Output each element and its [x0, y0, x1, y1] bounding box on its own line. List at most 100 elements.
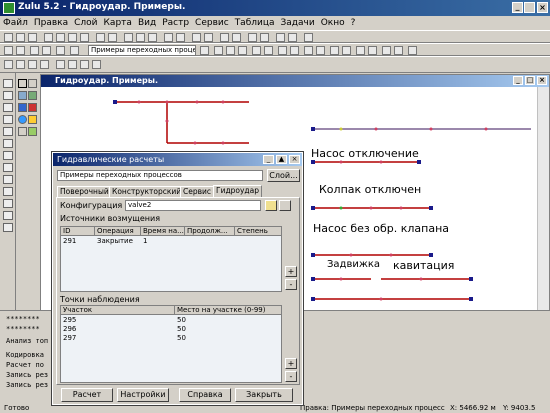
node-icon[interactable]	[252, 46, 261, 55]
sources-col-id[interactable]: ID	[61, 227, 95, 236]
sources-col-operation[interactable]: Операция	[95, 227, 141, 236]
calc-icon[interactable]	[260, 33, 269, 42]
zoom-in-icon[interactable]	[124, 33, 133, 42]
nav-cancel-icon[interactable]	[92, 60, 101, 69]
style-icon[interactable]	[342, 46, 351, 55]
hand-tool-icon[interactable]	[3, 163, 13, 172]
open-icon[interactable]	[16, 33, 25, 42]
points-col-section[interactable]: Участок	[61, 306, 175, 315]
valve-symbol-icon[interactable]	[28, 91, 37, 100]
menu-help[interactable]: ?	[348, 16, 359, 28]
tab-service[interactable]: Сервис	[180, 186, 215, 197]
map-close-button[interactable]: ×	[537, 76, 547, 85]
menu-map[interactable]: Карта	[101, 16, 135, 28]
draw-point-icon[interactable]	[226, 46, 235, 55]
close-dialog-button[interactable]: Закрыть	[235, 388, 293, 402]
layer-visible-icon[interactable]	[70, 46, 79, 55]
snap-icon[interactable]	[316, 46, 325, 55]
grid-icon[interactable]	[288, 33, 297, 42]
maximize-button[interactable]	[524, 2, 535, 13]
label-icon[interactable]	[330, 46, 339, 55]
delete-icon[interactable]	[278, 46, 287, 55]
menu-view[interactable]: Вид	[135, 16, 159, 28]
pump-symbol-icon[interactable]	[18, 103, 27, 112]
help-icon[interactable]	[304, 33, 313, 42]
new-icon[interactable]	[4, 33, 13, 42]
dialog-close-button[interactable]: ×	[289, 155, 300, 164]
points-col-position[interactable]: Место на участке (0-99)	[175, 306, 281, 315]
sources-col-time[interactable]: Время на...	[141, 227, 185, 236]
draw-poly-icon[interactable]	[238, 46, 247, 55]
zoom-out-icon[interactable]	[136, 33, 145, 42]
rotate-icon[interactable]	[304, 46, 313, 55]
sources-col-duration[interactable]: Продолж...	[185, 227, 235, 236]
layer-prev-icon[interactable]	[4, 46, 13, 55]
text-tool-icon[interactable]	[3, 151, 13, 160]
sources-cell[interactable]: Закрытие	[95, 237, 141, 245]
tab-design[interactable]: Конструкторский	[109, 186, 185, 197]
map-minimize-button[interactable]: _	[513, 76, 523, 85]
open-config-icon[interactable]	[265, 200, 277, 211]
close-button[interactable]: ×	[537, 2, 548, 13]
junction-symbol-icon[interactable]	[28, 127, 37, 136]
paste-icon[interactable]	[80, 33, 89, 42]
points-cell[interactable]: 295	[61, 316, 175, 324]
source-symbol-icon[interactable]	[28, 103, 37, 112]
map-vertical-scrollbar[interactable]	[537, 87, 549, 311]
table-icon[interactable]	[192, 33, 201, 42]
menu-tasks[interactable]: Задачи	[278, 16, 318, 28]
tab-hydroshock[interactable]: Гидроудар	[213, 185, 262, 197]
points-cell[interactable]: 297	[61, 334, 175, 342]
menu-table[interactable]: Таблица	[232, 16, 278, 28]
search-icon[interactable]	[368, 46, 377, 55]
cut-tool-icon[interactable]	[3, 223, 13, 232]
points-table[interactable]: Участок Место на участке (0-99) 295 50 2…	[60, 305, 282, 383]
points-add-button[interactable]: +	[285, 358, 297, 369]
points-cell[interactable]: 50	[175, 325, 281, 333]
node-tool-icon[interactable]	[3, 139, 13, 148]
select-icon[interactable]	[220, 33, 229, 42]
poly-tool-icon[interactable]	[3, 127, 13, 136]
layer-add-icon[interactable]	[30, 46, 39, 55]
calc-network-icon[interactable]	[394, 46, 403, 55]
sources-table[interactable]: ID Операция Время на... Продолж... Степе…	[60, 226, 282, 292]
layer-next-icon[interactable]	[16, 46, 25, 55]
chamber-symbol-icon[interactable]	[18, 127, 27, 136]
nav-apply-icon[interactable]	[80, 60, 89, 69]
layer-remove-icon[interactable]	[42, 46, 51, 55]
menu-layer[interactable]: Слой	[71, 16, 100, 28]
nav-delete-icon[interactable]	[68, 60, 77, 69]
save-config-icon[interactable]	[279, 200, 291, 211]
zoom-tool-icon[interactable]	[3, 175, 13, 184]
points-cell[interactable]: 50	[175, 316, 281, 324]
print-icon[interactable]	[44, 33, 53, 42]
legend-icon[interactable]	[276, 33, 285, 42]
last-icon[interactable]	[40, 60, 49, 69]
link-icon[interactable]	[264, 46, 273, 55]
move-icon[interactable]	[290, 46, 299, 55]
config-field[interactable]: valve2	[125, 200, 261, 211]
network-icon[interactable]	[382, 46, 391, 55]
copy-icon[interactable]	[68, 33, 77, 42]
layer-field[interactable]: Примеры переходных процессов	[57, 170, 263, 181]
menu-raster[interactable]: Растр	[159, 16, 192, 28]
select-tool-icon[interactable]	[3, 91, 13, 100]
help-button[interactable]: Справка	[179, 388, 231, 402]
layers-icon[interactable]	[176, 33, 185, 42]
calculate-button[interactable]: Расчет	[61, 388, 113, 402]
points-cell[interactable]: 296	[61, 325, 175, 333]
measure-tool-icon[interactable]	[3, 187, 13, 196]
tab-verification[interactable]: Поверочный	[57, 186, 112, 197]
pin-tool-icon[interactable]	[3, 211, 13, 220]
measure-icon[interactable]	[248, 33, 257, 42]
cut-icon[interactable]	[56, 33, 65, 42]
layer-props-icon[interactable]	[56, 46, 65, 55]
menu-file[interactable]: Файл	[0, 16, 31, 28]
draw-line-icon[interactable]	[214, 46, 223, 55]
forward-icon[interactable]	[28, 60, 37, 69]
refresh-icon[interactable]	[164, 33, 173, 42]
sources-col-degree[interactable]: Степень	[235, 227, 281, 236]
layer-button[interactable]: Слой...	[267, 169, 300, 182]
undo-icon[interactable]	[96, 33, 105, 42]
cursor-symbol-icon[interactable]	[18, 79, 27, 88]
